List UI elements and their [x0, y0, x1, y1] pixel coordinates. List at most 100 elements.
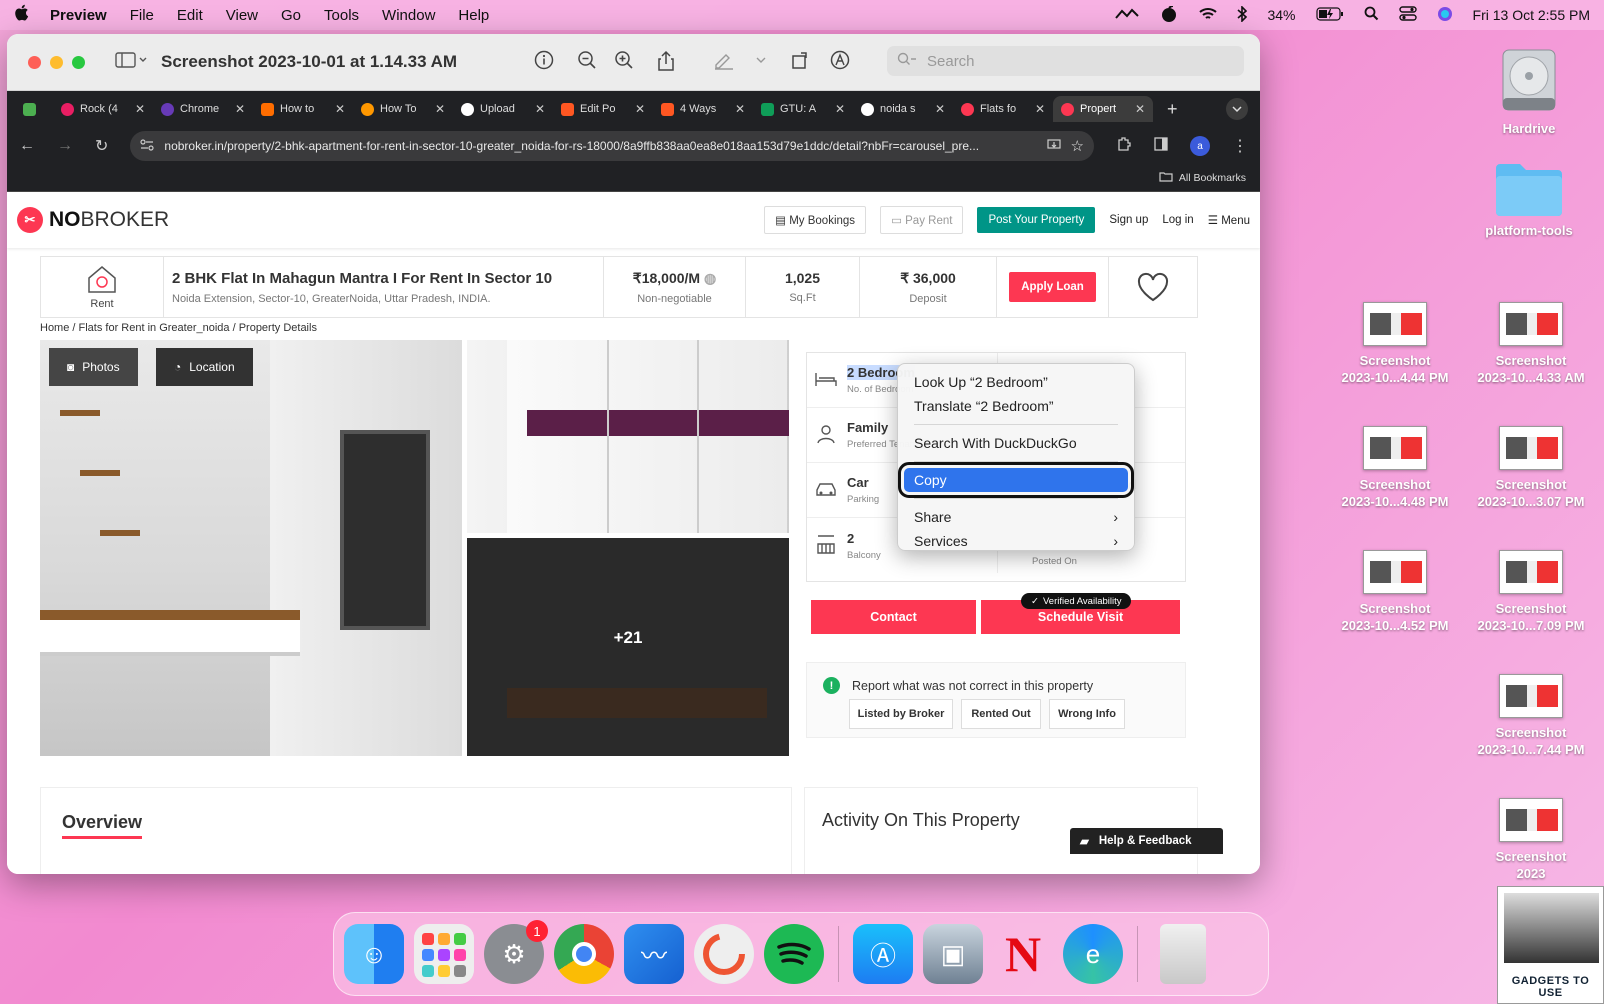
- help-feedback-button[interactable]: ▰ Help & Feedback: [1070, 828, 1223, 854]
- nobroker-logo[interactable]: ✂ NOBROKER: [17, 207, 169, 233]
- back-icon[interactable]: ←: [19, 137, 35, 155]
- desktop-screenshot[interactable]: Screenshot 2023-10...4.52 PM: [1330, 550, 1460, 634]
- tab-close-icon[interactable]: ✕: [1035, 102, 1045, 116]
- browser-tab[interactable]: Flats fo ✕: [953, 96, 1053, 122]
- menu-edit[interactable]: Edit: [177, 7, 203, 24]
- context-copy[interactable]: Copy: [898, 462, 1134, 498]
- tab-close-icon[interactable]: ✕: [535, 102, 545, 116]
- rent-info-icon[interactable]: ◍: [704, 270, 716, 286]
- menu-button[interactable]: ☰ Menu: [1208, 213, 1250, 227]
- reload-icon[interactable]: ↻: [95, 136, 108, 156]
- overview-tab[interactable]: Overview: [62, 812, 143, 839]
- edge-icon[interactable]: e: [1063, 924, 1123, 984]
- app-store-icon[interactable]: Ⓐ: [853, 924, 913, 984]
- desktop-screenshot[interactable]: Screenshot 2023-10...4.48 PM: [1330, 426, 1460, 510]
- launchpad-icon[interactable]: [414, 924, 474, 984]
- browser-tab[interactable]: How To ✕: [353, 96, 453, 122]
- photos-button[interactable]: ◙ Photos: [49, 348, 138, 386]
- browser-tab[interactable]: GTU: A ✕: [753, 96, 853, 122]
- chevron-down-icon[interactable]: [755, 50, 767, 76]
- tab-close-icon[interactable]: ✕: [235, 102, 245, 116]
- desktop-screenshot[interactable]: Screenshot 2023-10...7.09 PM: [1466, 550, 1596, 634]
- annotate-icon[interactable]: [830, 50, 850, 76]
- browser-tab[interactable]: Edit Po ✕: [553, 96, 653, 122]
- heart-icon[interactable]: [1136, 272, 1170, 302]
- tab-close-icon[interactable]: ✕: [1135, 102, 1145, 116]
- finder-icon[interactable]: ☺: [344, 924, 404, 984]
- close-window-button[interactable]: [28, 55, 41, 69]
- side-panel-icon[interactable]: [1154, 136, 1168, 156]
- my-bookings-button[interactable]: ▤ My Bookings: [764, 206, 867, 234]
- photo-wardrobe[interactable]: [467, 340, 789, 533]
- forward-icon[interactable]: →: [57, 137, 73, 155]
- menu-tools[interactable]: Tools: [324, 7, 359, 24]
- browser-tab[interactable]: 4 Ways ✕: [653, 96, 753, 122]
- zoom-in-icon[interactable]: [614, 50, 634, 76]
- tab-close-icon[interactable]: ✕: [835, 102, 845, 116]
- browser-tab[interactable]: Rock (4 ✕: [53, 96, 153, 122]
- breadcrumb[interactable]: Home / Flats for Rent in Greater_noida /…: [40, 322, 317, 334]
- desktop-icon-hardrive[interactable]: Hardrive: [1464, 48, 1594, 137]
- profile-avatar[interactable]: a: [1190, 136, 1210, 156]
- browser-tab[interactable]: How to ✕: [253, 96, 353, 122]
- context-search[interactable]: Search With DuckDuckGo: [904, 431, 1128, 455]
- desktop-screenshot[interactable]: Screenshot 2023-10...3.07 PM: [1466, 426, 1596, 510]
- sign-up-link[interactable]: Sign up: [1109, 214, 1148, 226]
- kebab-menu-icon[interactable]: ⋮: [1232, 136, 1248, 156]
- menu-view[interactable]: View: [226, 7, 258, 24]
- minimize-window-button[interactable]: [50, 55, 63, 69]
- trash-icon[interactable]: [1160, 924, 1206, 984]
- browser-tab-active[interactable]: Propert ✕: [1053, 96, 1153, 122]
- tab-close-icon[interactable]: ✕: [135, 102, 145, 116]
- desktop-screenshot[interactable]: Screenshot 2023: [1466, 798, 1596, 882]
- battery-icon[interactable]: [1315, 6, 1344, 24]
- browser-tab[interactable]: noida s ✕: [853, 96, 953, 122]
- main-photo[interactable]: NOBROKER ◙ Photos ◔ Location: [40, 340, 462, 756]
- rotate-icon[interactable]: [791, 50, 811, 76]
- system-settings-icon[interactable]: ⚙ 1: [484, 920, 548, 984]
- speedtest-icon[interactable]: [694, 924, 754, 984]
- bluetooth-icon[interactable]: [1237, 4, 1248, 25]
- menu-file[interactable]: File: [130, 7, 154, 24]
- tab-close-icon[interactable]: ✕: [935, 102, 945, 116]
- menubar-clock[interactable]: Fri 13 Oct 2:55 PM: [1473, 7, 1590, 23]
- report-wrong-info-button[interactable]: Wrong Info: [1049, 699, 1125, 729]
- context-share[interactable]: Share ›: [904, 505, 1128, 529]
- activity-icon[interactable]: [1159, 4, 1179, 25]
- chrome-icon[interactable]: [554, 924, 614, 984]
- browser-tab[interactable]: Upload ✕: [453, 96, 553, 122]
- desktop-screenshot[interactable]: Screenshot 2023-10...7.44 PM: [1466, 674, 1596, 758]
- stocks-app-icon[interactable]: 〰: [624, 924, 684, 984]
- tab-close-icon[interactable]: ✕: [435, 102, 445, 116]
- context-translate[interactable]: Translate “2 Bedroom”: [904, 394, 1128, 418]
- siri-icon[interactable]: [1437, 6, 1453, 25]
- report-rented-out-button[interactable]: Rented Out: [961, 699, 1041, 729]
- tab-search-icon[interactable]: [1226, 98, 1248, 120]
- tab-close-icon[interactable]: ✕: [735, 102, 745, 116]
- apple-icon[interactable]: [14, 4, 30, 26]
- desktop-screenshot[interactable]: Screenshot 2023-10...4.44 PM: [1330, 302, 1460, 386]
- new-tab-icon[interactable]: +: [1167, 99, 1178, 120]
- sidebar-toggle-icon[interactable]: [115, 51, 147, 73]
- wifi-icon[interactable]: [1199, 7, 1218, 24]
- zoom-window-button[interactable]: [72, 55, 85, 69]
- post-property-button[interactable]: Post Your Property: [977, 207, 1096, 233]
- pay-rent-button[interactable]: ▭ Pay Rent: [880, 206, 964, 234]
- desktop-icon-platform-tools[interactable]: platform-tools: [1464, 160, 1594, 239]
- url-field[interactable]: nobroker.in/property/2-bhk-apartment-for…: [130, 131, 1094, 161]
- apply-loan-button[interactable]: Apply Loan: [1009, 272, 1096, 302]
- preview-search-field[interactable]: Search: [887, 46, 1244, 76]
- report-listed-by-broker-button[interactable]: Listed by Broker: [849, 699, 953, 729]
- stocks-icon[interactable]: [1115, 7, 1140, 24]
- menu-window[interactable]: Window: [382, 7, 435, 24]
- menu-app-preview[interactable]: Preview: [50, 7, 107, 24]
- share-icon[interactable]: [657, 50, 675, 78]
- info-icon[interactable]: [534, 50, 554, 76]
- all-bookmarks-link[interactable]: All Bookmarks: [1179, 172, 1246, 184]
- menu-help[interactable]: Help: [458, 7, 489, 24]
- context-services[interactable]: Services ›: [904, 529, 1128, 553]
- extensions-icon[interactable]: [1116, 136, 1132, 157]
- bookmark-star-icon[interactable]: ☆: [1071, 137, 1084, 155]
- location-button[interactable]: ◔ Location: [156, 348, 253, 386]
- tab-close-icon[interactable]: ✕: [335, 102, 345, 116]
